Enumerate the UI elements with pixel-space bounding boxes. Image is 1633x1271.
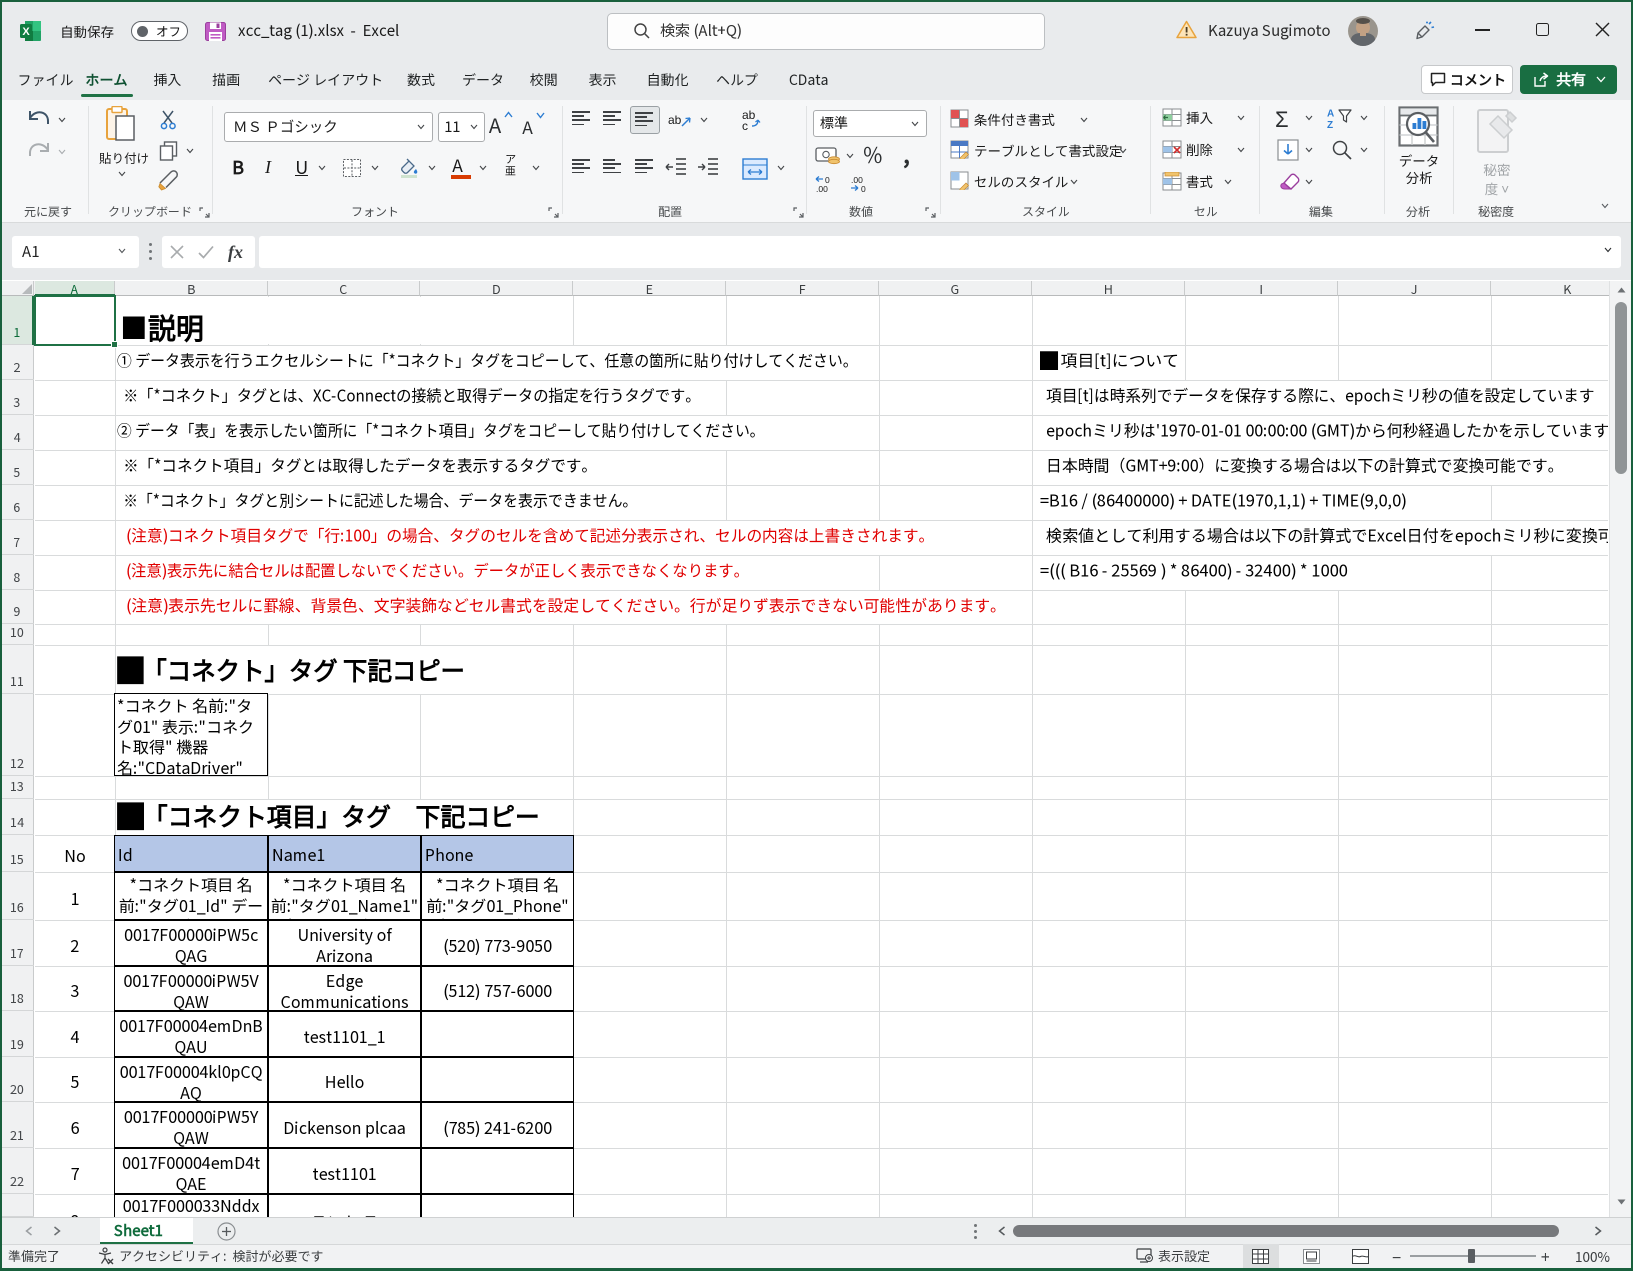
svg-text:A: A	[1327, 109, 1334, 120]
svg-text:.00: .00	[816, 184, 828, 193]
svg-text:c: c	[742, 119, 748, 132]
svg-text:X: X	[22, 26, 30, 38]
svg-text:0: 0	[861, 184, 866, 193]
svg-text:ab: ab	[668, 113, 682, 127]
svg-text:Z: Z	[1327, 120, 1333, 129]
